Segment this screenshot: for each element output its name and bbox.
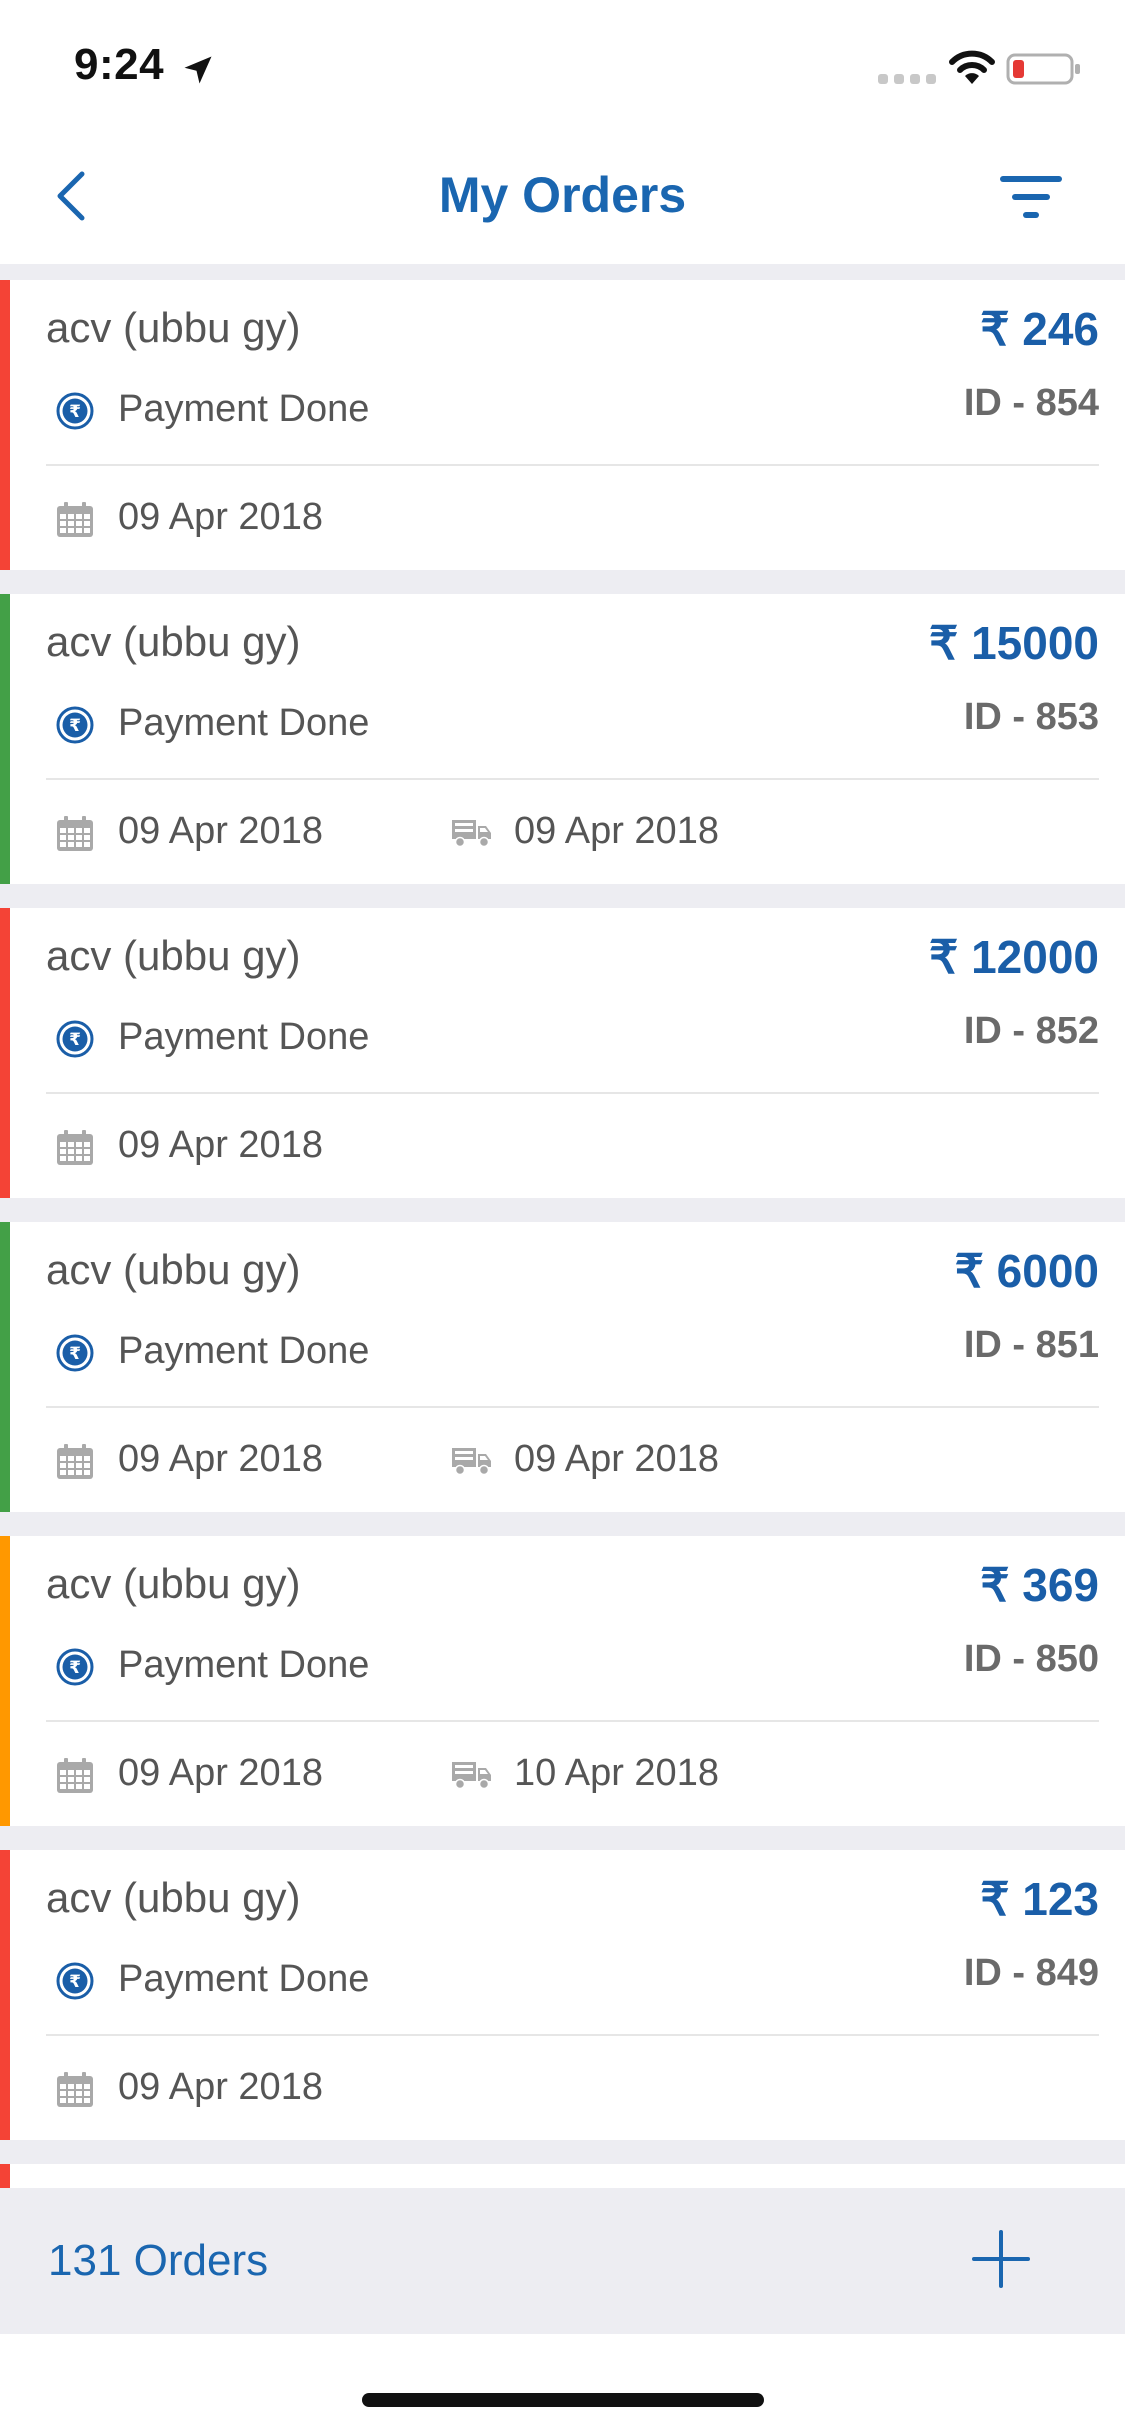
order-id: ID - 851 <box>963 1324 1099 1366</box>
order-date: 09 Apr 2018 <box>118 810 323 852</box>
order-id: ID - 850 <box>963 1638 1099 1680</box>
order-card[interactable]: acv (ubbu gy) ₹ 6000 ₹ Payment Done ID - 851… <box>0 1222 1125 1512</box>
customer-name: acv (ubbu gy) <box>46 932 301 979</box>
status-stripe <box>0 1850 10 2140</box>
svg-text:₹: ₹ <box>69 402 81 422</box>
payment-status: Payment Done <box>118 1330 370 1372</box>
svg-text:₹: ₹ <box>69 716 81 736</box>
order-id: ID - 853 <box>963 696 1099 738</box>
calendar-icon <box>57 1444 93 1479</box>
order-amount: ₹ 12000 <box>929 931 1099 983</box>
status-stripe <box>0 1222 10 1512</box>
order-card[interactable]: acv (ubbu gy) ₹ 12000 ₹ Payment Done ID - 85… <box>0 908 1125 1198</box>
calendar-icon <box>57 2072 93 2107</box>
home-indicator[interactable] <box>362 2393 764 2407</box>
calendar-icon <box>57 502 93 537</box>
payment-status: Payment Done <box>118 1958 370 2000</box>
calendar-icon <box>57 1130 93 1165</box>
order-amount: ₹ 123 <box>980 1873 1099 1925</box>
status-stripe <box>0 594 10 884</box>
wifi-icon <box>949 50 995 84</box>
location-arrow-icon <box>184 56 212 84</box>
add-order-icon[interactable] <box>970 2228 1032 2290</box>
calendar-icon <box>57 1758 93 1793</box>
card-divider <box>46 1720 1099 1722</box>
customer-name: acv (ubbu gy) <box>46 1560 301 1607</box>
order-id: ID - 854 <box>963 382 1099 424</box>
customer-name: acv (ubbu gy) <box>46 618 301 665</box>
orders-list[interactable]: acv (ubbu gy) ₹ 246 ₹ Payment Done ID - 854 0… <box>0 264 1125 2188</box>
svg-text:₹: ₹ <box>69 1658 81 1678</box>
order-amount: ₹ 15000 <box>929 617 1099 669</box>
status-time: 9:24 <box>74 40 165 89</box>
svg-text:₹: ₹ <box>69 1344 81 1364</box>
order-card[interactable]: acv (ubbu gy) ₹ 246 ₹ Payment Done ID - 854 0… <box>0 280 1125 570</box>
rupee-icon: ₹ <box>56 706 94 744</box>
order-amount: ₹ 6000 <box>954 1245 1099 1297</box>
order-card[interactable]: acv (ubbu gy) ₹ 369 ₹ Payment Done ID - 850 0… <box>0 1536 1125 1826</box>
navigation-bar: My Orders <box>0 132 1125 264</box>
battery-icon <box>1006 53 1080 85</box>
cellular-signal-icon <box>878 74 936 84</box>
rupee-icon: ₹ <box>56 1962 94 2000</box>
orders-count: 131 Orders <box>48 2236 269 2285</box>
order-date: 09 Apr 2018 <box>118 1752 323 1794</box>
order-amount: ₹ 246 <box>980 303 1099 355</box>
order-date: 09 Apr 2018 <box>118 1438 323 1480</box>
order-date: 09 Apr 2018 <box>118 2066 323 2108</box>
bottom-bar: 131 Orders <box>0 2188 1125 2334</box>
card-divider <box>46 1092 1099 1094</box>
delivery-truck-icon <box>452 1762 491 1790</box>
rupee-icon: ₹ <box>56 1648 94 1686</box>
payment-status: Payment Done <box>118 702 370 744</box>
payment-status: Payment Done <box>118 388 370 430</box>
card-divider <box>46 464 1099 466</box>
svg-text:₹: ₹ <box>69 1972 81 1992</box>
filter-icon[interactable] <box>1000 172 1066 222</box>
order-id: ID - 852 <box>963 1010 1099 1052</box>
order-card[interactable]: acv (ubbu gy) ₹ 123 ₹ Payment Done ID - 849 0… <box>0 1850 1125 2140</box>
page-title: My Orders <box>438 167 687 223</box>
payment-status: Payment Done <box>118 1644 370 1686</box>
card-divider <box>46 778 1099 780</box>
status-stripe <box>0 908 10 1198</box>
card-divider <box>46 1406 1099 1408</box>
status-stripe <box>0 1536 10 1826</box>
delivery-truck-icon <box>452 1448 491 1476</box>
card-divider <box>46 2034 1099 2036</box>
delivery-truck-icon <box>452 820 491 848</box>
list-item-partial[interactable] <box>0 2164 1125 2188</box>
svg-text:₹: ₹ <box>69 1030 81 1050</box>
calendar-icon <box>57 816 93 851</box>
customer-name: acv (ubbu gy) <box>46 1874 301 1921</box>
order-amount: ₹ 369 <box>980 1559 1099 1611</box>
order-card[interactable]: acv (ubbu gy) ₹ 15000 ₹ Payment Done ID - 85… <box>0 594 1125 884</box>
status-stripe <box>0 280 10 570</box>
rupee-icon: ₹ <box>56 1020 94 1058</box>
order-date: 09 Apr 2018 <box>118 1124 323 1166</box>
status-bar: 9:24 <box>0 0 1125 132</box>
status-stripe <box>0 2164 10 2188</box>
delivery-date: 10 Apr 2018 <box>514 1752 719 1794</box>
delivery-date: 09 Apr 2018 <box>514 810 719 852</box>
rupee-icon: ₹ <box>56 1334 94 1372</box>
delivery-date: 09 Apr 2018 <box>514 1438 719 1480</box>
customer-name: acv (ubbu gy) <box>46 304 301 351</box>
payment-status: Payment Done <box>118 1016 370 1058</box>
order-id: ID - 849 <box>963 1952 1099 1994</box>
rupee-icon: ₹ <box>56 392 94 430</box>
customer-name: acv (ubbu gy) <box>46 1246 301 1293</box>
order-date: 09 Apr 2018 <box>118 496 323 538</box>
